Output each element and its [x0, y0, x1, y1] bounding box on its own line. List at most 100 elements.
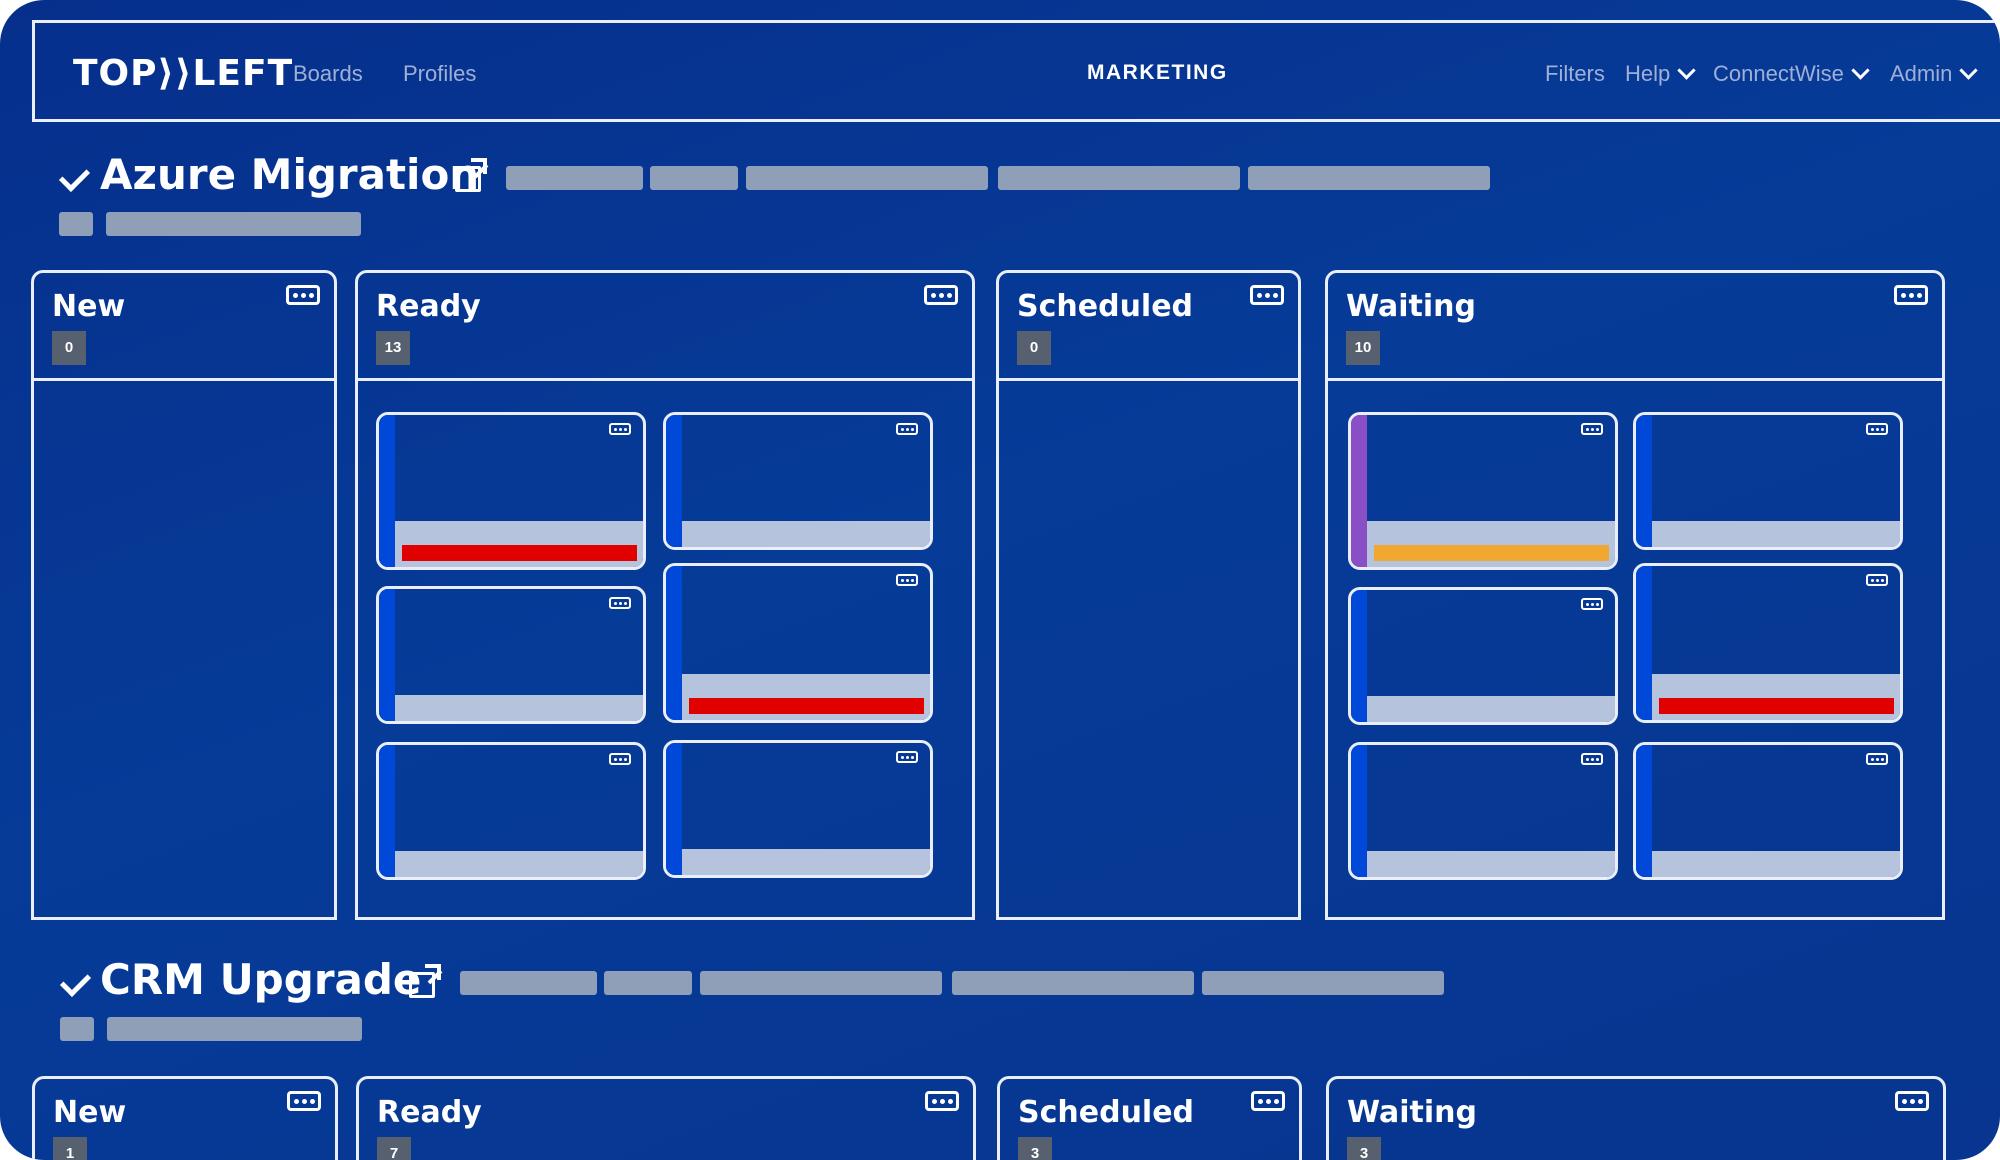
card-status-strip [379, 589, 395, 721]
more-options-icon[interactable] [609, 597, 631, 609]
logo[interactable]: TOP⟩⟩LEFT [73, 53, 293, 94]
card-status-strip [666, 743, 682, 875]
nav-admin-label: Admin [1890, 61, 1953, 86]
app-screen: TOP⟩⟩LEFT Boards Profiles MARKETING Filt… [0, 0, 2000, 1160]
more-options-icon[interactable] [896, 751, 918, 763]
column-header: Scheduled 0 [999, 273, 1298, 381]
card-alert-bar [1374, 545, 1609, 561]
more-options-icon[interactable] [896, 574, 918, 586]
ticket-card[interactable] [1348, 412, 1618, 570]
card-status-strip [379, 415, 395, 567]
check-icon[interactable] [59, 965, 92, 998]
ticket-card[interactable] [376, 412, 646, 570]
nav-connectwise-label: ConnectWise [1713, 61, 1844, 86]
card-footer [682, 849, 930, 875]
more-options-icon[interactable] [287, 1091, 321, 1111]
more-options-icon[interactable] [1866, 574, 1888, 586]
ticket-card[interactable] [663, 563, 933, 723]
placeholder-pill [1202, 971, 1444, 995]
card-alert-bar [689, 698, 924, 714]
placeholder-pill [60, 1017, 94, 1041]
card-footer [1652, 851, 1900, 877]
column-ready: Ready 7 [356, 1076, 976, 1160]
card-footer [1652, 521, 1900, 547]
card-status-strip [1351, 415, 1367, 567]
placeholder-pill [700, 971, 942, 995]
column-count-badge: 3 [1347, 1137, 1381, 1160]
placeholder-pill [952, 971, 1194, 995]
column-scheduled: Scheduled 3 [997, 1076, 1302, 1160]
ticket-card[interactable] [1633, 563, 1903, 723]
column-new: New 1 [32, 1076, 338, 1160]
column-waiting: Waiting 3 [1326, 1076, 1946, 1160]
nav-admin-menu[interactable]: Admin [1890, 60, 1979, 87]
more-options-icon[interactable] [1251, 1091, 1285, 1111]
more-options-icon[interactable] [1894, 285, 1928, 305]
more-options-icon[interactable] [896, 423, 918, 435]
ticket-card[interactable] [1348, 742, 1618, 880]
card-status-strip [666, 415, 682, 547]
ticket-card[interactable] [376, 586, 646, 724]
card-status-strip [1636, 745, 1652, 877]
more-options-icon[interactable] [1895, 1091, 1929, 1111]
card-alert-bar [402, 545, 637, 561]
nav-boards-link[interactable]: Boards [293, 61, 363, 87]
placeholder-pill [650, 166, 738, 190]
nav-filters-label: Filters [1545, 61, 1605, 86]
top-nav: TOP⟩⟩LEFT Boards Profiles MARKETING Filt… [32, 20, 2000, 122]
column-header: Waiting 10 [1328, 273, 1942, 381]
column-count-badge: 3 [1018, 1137, 1052, 1160]
ticket-card[interactable] [1348, 587, 1618, 725]
column-count-badge: 0 [52, 331, 86, 365]
more-options-icon[interactable] [1866, 423, 1888, 435]
ticket-card[interactable] [663, 740, 933, 878]
placeholder-pill [106, 212, 361, 236]
nav-connectwise-menu[interactable]: ConnectWise [1713, 60, 1870, 87]
column-title: New [53, 1095, 127, 1130]
ticket-card[interactable] [376, 742, 646, 880]
column-count-badge: 13 [376, 331, 410, 365]
placeholder-pill [506, 166, 643, 190]
project-title: CRM Upgrade [100, 955, 422, 1004]
placeholder-pill [107, 1017, 362, 1041]
column-title: Scheduled [1018, 1095, 1195, 1130]
more-options-icon[interactable] [1581, 753, 1603, 765]
external-link-icon[interactable] [455, 158, 487, 192]
column-title: Ready [376, 289, 481, 324]
column-count-badge: 0 [1017, 331, 1051, 365]
ticket-card[interactable] [1633, 742, 1903, 880]
card-status-strip [379, 745, 395, 877]
card-alert-bar [1659, 698, 1894, 714]
external-link-icon[interactable] [409, 964, 441, 998]
more-options-icon[interactable] [1581, 598, 1603, 610]
card-footer [682, 521, 930, 547]
placeholder-pill [604, 971, 692, 995]
more-options-icon[interactable] [609, 423, 631, 435]
nav-profiles-link[interactable]: Profiles [403, 61, 476, 87]
more-options-icon[interactable] [1866, 753, 1888, 765]
column-header: New 0 [34, 273, 334, 381]
card-status-strip [1351, 745, 1367, 877]
nav-filters-link[interactable]: Filters [1545, 61, 1605, 87]
ticket-card[interactable] [663, 412, 933, 550]
placeholder-pill [59, 212, 93, 236]
placeholder-pill [746, 166, 988, 190]
nav-help-label: Help [1625, 61, 1671, 86]
more-options-icon[interactable] [286, 285, 320, 305]
more-options-icon[interactable] [924, 285, 958, 305]
column-count-badge: 1 [53, 1137, 87, 1160]
card-status-strip [1351, 590, 1367, 722]
chevron-down-icon [1851, 60, 1870, 80]
more-options-icon[interactable] [609, 753, 631, 765]
more-options-icon[interactable] [1250, 285, 1284, 305]
nav-help-menu[interactable]: Help [1625, 60, 1696, 87]
more-options-icon[interactable] [1581, 423, 1603, 435]
ticket-card[interactable] [1633, 412, 1903, 550]
more-options-icon[interactable] [925, 1091, 959, 1111]
card-status-strip [666, 566, 682, 720]
chevron-down-icon [1959, 60, 1979, 80]
check-icon[interactable] [58, 160, 91, 193]
placeholder-pill [460, 971, 597, 995]
column-new: New 0 [31, 270, 337, 920]
column-title: Ready [377, 1095, 482, 1130]
